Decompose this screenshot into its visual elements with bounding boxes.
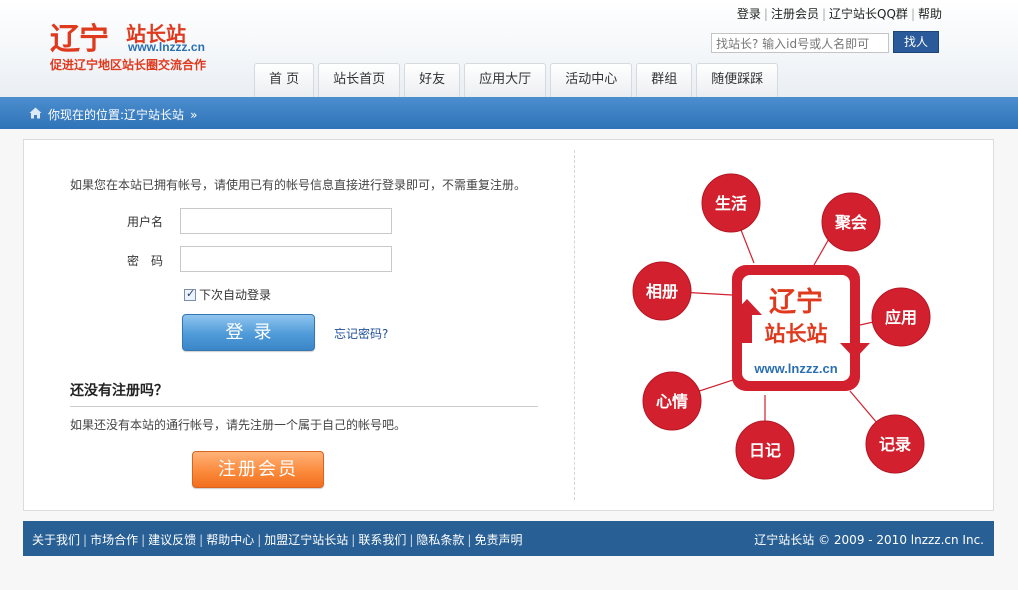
tab-app-hall[interactable]: 应用大厅 <box>464 63 547 97</box>
separator: | <box>257 533 262 547</box>
username-label: 用户名 <box>127 215 164 229</box>
tab-groups[interactable]: 群组 <box>636 63 693 97</box>
vertical-divider <box>574 150 575 500</box>
center-text-line2: 站长站 <box>765 322 828 346</box>
footer-link-feedback[interactable]: 建议反馈 <box>148 533 196 547</box>
top-links: 登录 | 注册会员 | 辽宁站长QQ群 | 帮助 <box>737 5 942 22</box>
node-life: 生活 <box>701 173 761 233</box>
node-album-label: 相册 <box>646 282 678 301</box>
node-party: 聚会 <box>821 192 881 252</box>
tab-events[interactable]: 活动中心 <box>550 63 633 97</box>
footer-link-help[interactable]: 帮助中心 <box>206 533 254 547</box>
login-button[interactable]: 登录 <box>182 314 315 351</box>
node-album: 相册 <box>632 261 692 321</box>
breadcrumb-label: 你现在的位置: <box>48 108 125 122</box>
remember-me[interactable]: 下次自动登录 <box>184 286 271 303</box>
node-apps-label: 应用 <box>885 308 917 327</box>
search-button[interactable]: 找人 <box>893 31 939 53</box>
footer-link-business[interactable]: 市场合作 <box>90 533 138 547</box>
password-input[interactable] <box>180 246 392 272</box>
help-link[interactable]: 帮助 <box>918 7 942 21</box>
footer-links: 关于我们 | 市场合作 | 建议反馈 | 帮助中心 | 加盟辽宁站长站 | 联系我们 | 隐私条款 | 免责… <box>32 531 522 548</box>
center-url: www.lnzzz.cn <box>753 361 837 376</box>
username-input[interactable] <box>180 208 392 234</box>
forgot-password-link[interactable]: 忘记密码? <box>334 325 388 342</box>
separator: | <box>763 7 768 21</box>
register-desc: 如果还没有本站的通行帐号，请先注册一个属于自己的帐号吧。 <box>70 418 407 432</box>
main-nav: 首 页 站长首页 好友 应用大厅 活动中心 群组 随便踩踩 <box>254 63 782 97</box>
node-record-label: 记录 <box>879 435 911 454</box>
separator: | <box>409 533 414 547</box>
footer-link-join[interactable]: 加盟辽宁站长站 <box>264 533 348 547</box>
node-mood: 心情 <box>642 371 702 431</box>
breadcrumb-current[interactable]: 辽宁站长站 <box>124 108 184 122</box>
login-intro: 如果您在本站已拥有帐号，请使用已有的帐号信息直接进行登录即可，不需重复注册。 <box>70 178 527 192</box>
footer: 关于我们 | 市场合作 | 建议反馈 | 帮助中心 | 加盟辽宁站长站 | 联系我们 | 隐私条款 | 免责… <box>23 521 994 556</box>
home-icon[interactable] <box>29 107 42 119</box>
remember-checkbox[interactable] <box>184 287 196 301</box>
separator: | <box>199 533 204 547</box>
tab-webmaster-home[interactable]: 站长首页 <box>318 63 401 97</box>
logo-url: www.lnzzz.cn <box>128 40 205 54</box>
separator: | <box>83 533 88 547</box>
breadcrumb-separator: » <box>190 108 198 122</box>
remember-label: 下次自动登录 <box>199 288 272 302</box>
separator: | <box>821 7 827 21</box>
search-input[interactable] <box>711 33 889 53</box>
separator: | <box>467 533 472 547</box>
password-label: 密 码 <box>127 254 164 268</box>
node-diary: 日记 <box>735 420 795 480</box>
divider-line <box>70 406 538 407</box>
separator: | <box>910 7 915 21</box>
header: 辽宁 站长站 www.lnzzz.cn 促进辽宁地区站长圈交流合作 登录 | 注册会… <box>0 0 1018 97</box>
login-link[interactable]: 登录 <box>737 7 761 21</box>
main-panel: 如果您在本站已拥有帐号，请使用已有的帐号信息直接进行登录即可，不需重复注册。 用… <box>23 139 994 511</box>
breadcrumb: 你现在的位置:辽宁站长站 » <box>48 106 197 123</box>
separator: | <box>351 533 356 547</box>
footer-link-contact[interactable]: 联系我们 <box>358 533 406 547</box>
node-diary-label: 日记 <box>749 441 781 460</box>
footer-link-about[interactable]: 关于我们 <box>32 533 80 547</box>
footer-link-privacy[interactable]: 隐私条款 <box>416 533 464 547</box>
logo-slogan: 促进辽宁地区站长圈交流合作 <box>50 58 207 72</box>
register-button[interactable]: 注册会员 <box>192 451 324 488</box>
footer-link-disclaimer[interactable]: 免责声明 <box>474 533 522 547</box>
breadcrumb-bar: 你现在的位置:辽宁站长站 » <box>0 97 1018 129</box>
register-link[interactable]: 注册会员 <box>771 7 819 21</box>
site-logo[interactable]: 辽宁 站长站 www.lnzzz.cn 促进辽宁地区站长圈交流合作 <box>50 14 230 74</box>
copyright: 辽宁站长站 © 2009 - 2010 lnzzz.cn Inc. <box>754 533 984 547</box>
node-party-label: 聚会 <box>834 213 867 232</box>
logo-text-liaoning: 辽宁 <box>50 22 109 57</box>
tab-friends[interactable]: 好友 <box>404 63 461 97</box>
register-heading: 还没有注册吗？ <box>70 383 168 399</box>
feature-diagram: 辽宁 站长站 www.lnzzz.cn 生活 聚会 相册 应用 心情 日记 记录 <box>632 173 931 480</box>
tab-home[interactable]: 首 页 <box>254 63 315 97</box>
tab-browse[interactable]: 随便踩踩 <box>696 63 779 97</box>
separator: | <box>141 533 146 547</box>
node-record: 记录 <box>865 414 925 474</box>
center-text-line1: 辽宁 <box>769 286 823 318</box>
qq-group-link[interactable]: 辽宁站长QQ群 <box>829 7 908 21</box>
node-life-label: 生活 <box>715 194 747 213</box>
node-mood-label: 心情 <box>656 392 688 411</box>
node-apps: 应用 <box>871 287 931 347</box>
